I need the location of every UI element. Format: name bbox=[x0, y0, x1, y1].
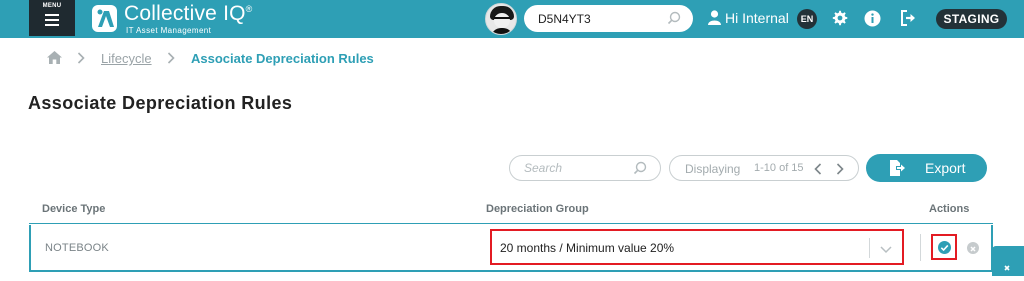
gear-icon[interactable] bbox=[832, 10, 850, 28]
logo-icon bbox=[92, 5, 117, 32]
select-divider bbox=[869, 238, 870, 258]
floating-tab[interactable] bbox=[992, 246, 1024, 276]
menu-icon bbox=[45, 14, 59, 26]
menu-label: MENU bbox=[42, 3, 62, 9]
global-search-value[interactable]: D5N4YT3 bbox=[538, 12, 591, 26]
pagination-label: Displaying bbox=[685, 162, 741, 176]
device-type-cell: NOTEBOOK bbox=[45, 242, 109, 254]
breadcrumb-current: Associate Depreciation Rules bbox=[191, 51, 374, 66]
search-icon[interactable] bbox=[667, 11, 681, 30]
environment-badge: STAGING bbox=[936, 9, 1007, 29]
pagination-range: 1-10 of 15 bbox=[754, 162, 804, 174]
save-button[interactable] bbox=[931, 234, 957, 260]
info-icon[interactable] bbox=[864, 10, 882, 28]
table-search-input[interactable]: Search bbox=[509, 155, 661, 181]
depreciation-group-value: 20 months / Minimum value 20% bbox=[500, 241, 675, 255]
cancel-button[interactable] bbox=[967, 242, 979, 254]
header-divider bbox=[29, 223, 993, 224]
global-search-field[interactable]: D5N4YT3 bbox=[524, 5, 693, 32]
column-header-device-type: Device Type bbox=[42, 203, 106, 215]
breadcrumb-link-lifecycle[interactable]: Lifecycle bbox=[101, 51, 152, 66]
brand-title: Collective IQ® bbox=[124, 2, 253, 25]
export-icon bbox=[888, 159, 906, 182]
chevron-left-icon[interactable] bbox=[814, 162, 822, 180]
search-icon[interactable] bbox=[633, 161, 647, 180]
export-button[interactable]: Export bbox=[866, 154, 987, 182]
chevron-right-icon bbox=[77, 52, 85, 67]
chevron-right-icon bbox=[167, 52, 175, 67]
user-greeting: Hi Internal bbox=[725, 10, 789, 26]
depreciation-group-select[interactable]: 20 months / Minimum value 20% bbox=[490, 229, 904, 265]
column-header-actions: Actions bbox=[929, 203, 970, 215]
search-placeholder: Search bbox=[524, 161, 563, 175]
page-title: Associate Depreciation Rules bbox=[28, 93, 293, 113]
brand-subtitle: IT Asset Management bbox=[126, 26, 212, 35]
pagination: Displaying 1-10 of 15 bbox=[669, 155, 859, 181]
logout-icon[interactable] bbox=[900, 10, 918, 28]
user-icon bbox=[708, 10, 721, 28]
table-row: NOTEBOOK 20 months / Minimum value 20% bbox=[29, 225, 993, 272]
column-header-depreciation-group: Depreciation Group bbox=[486, 203, 589, 215]
menu-button[interactable]: MENU bbox=[29, 0, 75, 36]
user-menu[interactable]: Hi Internal bbox=[708, 10, 789, 28]
registered-mark: ® bbox=[245, 4, 253, 14]
chevron-right-icon[interactable] bbox=[836, 162, 844, 180]
chevron-down-icon[interactable] bbox=[880, 241, 892, 259]
actions-divider bbox=[920, 234, 921, 261]
language-button[interactable]: EN bbox=[797, 9, 817, 29]
top-bar: MENU Collective IQ® IT Asset Management … bbox=[0, 0, 1024, 38]
avatar[interactable] bbox=[485, 3, 517, 35]
home-icon[interactable] bbox=[47, 51, 62, 67]
export-label: Export bbox=[925, 160, 966, 176]
check-icon bbox=[938, 241, 951, 254]
